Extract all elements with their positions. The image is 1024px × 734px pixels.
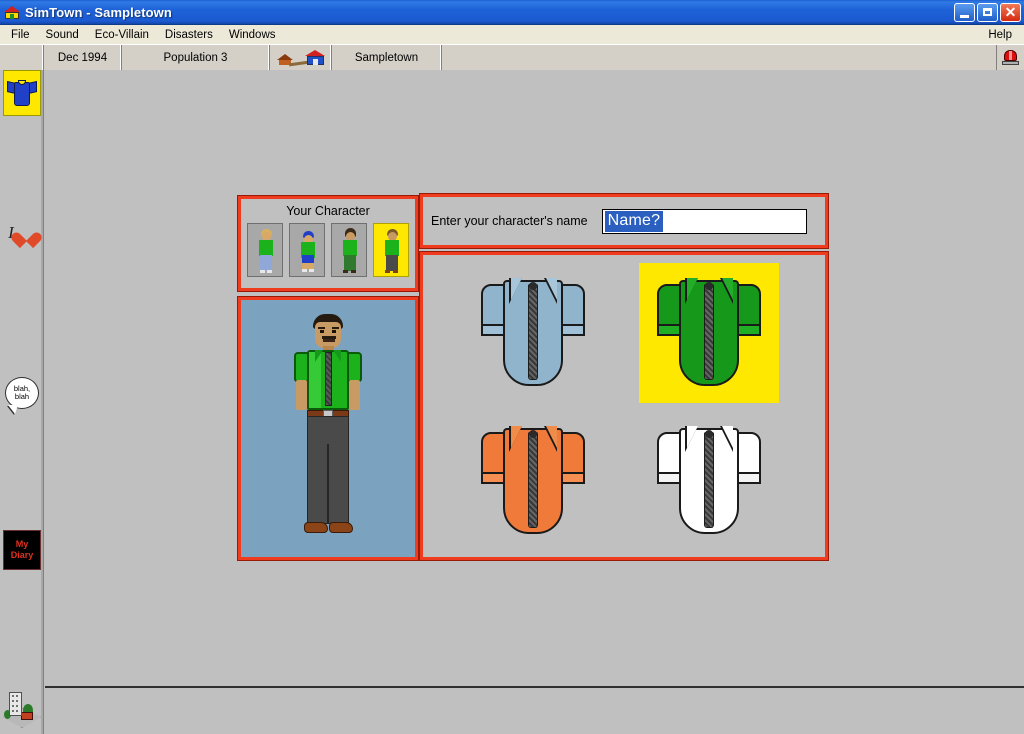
shirt-grid <box>423 255 825 557</box>
shirt-icon-white <box>654 422 764 540</box>
diary-line-2: Diary <box>10 550 34 560</box>
app-house-icon <box>4 4 20 20</box>
character-thumb-blonde-woman[interactable] <box>247 223 283 277</box>
status-toolstrip: Dec 1994 Population 3 Sampletown <box>0 44 1024 70</box>
character-thumbnail-list <box>241 223 415 277</box>
menu-help[interactable]: Help <box>980 27 1024 43</box>
window-titlebar: SimTown - Sampletown ✕ <box>0 0 1024 25</box>
town-name: Sampletown <box>332 45 442 70</box>
toolstrip-spacer <box>0 45 44 70</box>
speech-bubble-icon: blah, blah <box>5 377 39 414</box>
bottom-strip <box>45 686 1024 734</box>
character-thumb-kid[interactable] <box>289 223 325 277</box>
two-houses-icon[interactable] <box>270 45 332 70</box>
your-character-panel: Your Character <box>237 195 419 292</box>
shirt-icon-light-blue <box>478 274 588 392</box>
sidebar-item-diary[interactable]: My Diary <box>3 530 41 570</box>
character-thumb-woman-green[interactable] <box>331 223 367 277</box>
toolstrip-filler <box>442 45 996 70</box>
sidebar-item-talk[interactable]: blah, blah <box>3 373 41 414</box>
name-label: Enter your character's name <box>431 214 588 228</box>
restore-button[interactable] <box>977 2 998 22</box>
shirt-icon-green <box>654 274 764 392</box>
name-input-value: Name? <box>604 210 664 232</box>
sidebar-item-love[interactable]: I <box>3 216 41 250</box>
diary-line-1: My <box>15 539 29 549</box>
sidebar-item-tshirt[interactable] <box>3 70 41 116</box>
shirt-option-orange[interactable] <box>463 411 603 551</box>
city-building-icon <box>3 690 41 730</box>
your-character-title: Your Character <box>286 204 370 218</box>
sidebar-item-city[interactable] <box>3 690 41 730</box>
character-figure <box>282 314 374 546</box>
game-date: Dec 1994 <box>44 45 122 70</box>
shirt-picker-panel <box>419 251 829 561</box>
tshirt-icon <box>7 78 37 108</box>
character-name-input[interactable]: Name? <box>601 208 807 234</box>
bubble-line-2: blah <box>14 392 30 401</box>
minimize-button[interactable] <box>954 2 975 22</box>
character-thumb-man-green[interactable] <box>373 223 409 277</box>
close-button[interactable]: ✕ <box>1000 2 1021 22</box>
population-count: Population 3 <box>122 45 270 70</box>
left-sidebar: I blah, blah My Diary <box>0 70 44 734</box>
character-preview-panel[interactable] <box>237 296 419 561</box>
shirt-option-green[interactable] <box>639 263 779 403</box>
shirt-option-light-blue[interactable] <box>463 263 603 403</box>
menu-file[interactable]: File <box>3 27 38 43</box>
menu-bar: File Sound Eco-Villain Disasters Windows… <box>0 25 1024 44</box>
menu-eco-villain[interactable]: Eco-Villain <box>87 27 157 43</box>
window-controls: ✕ <box>954 2 1024 22</box>
menu-sound[interactable]: Sound <box>38 27 87 43</box>
heart-icon <box>17 225 36 242</box>
shirt-icon-orange <box>478 422 588 540</box>
menu-windows[interactable]: Windows <box>221 27 284 43</box>
menu-disasters[interactable]: Disasters <box>157 27 221 43</box>
shirt-option-white[interactable] <box>639 411 779 551</box>
alarm-siren-icon[interactable] <box>996 45 1024 70</box>
name-entry-panel: Enter your character's name Name? <box>419 193 829 249</box>
window-title: SimTown - Sampletown <box>25 4 172 20</box>
